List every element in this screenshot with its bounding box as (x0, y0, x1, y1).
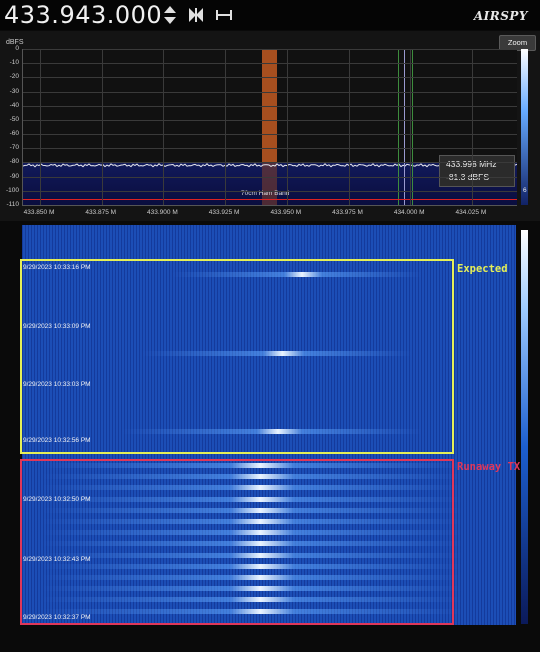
toolbar: 433.943.000 AIRSPY (0, 0, 540, 30)
signal-burst (42, 485, 462, 491)
y-tick-label: -40 (9, 101, 19, 109)
h-gridline (23, 49, 517, 50)
waterfall-panel[interactable]: 9/29/2023 10:33:16 PM 9/29/2023 10:33:09 … (22, 225, 516, 625)
x-tick-label: 433.850 M (23, 209, 55, 216)
timestamp-label: 9/29/2023 10:32:37 PM (23, 614, 91, 621)
cursor-tooltip: 433.998 MHz -81.3 dBFS (439, 155, 515, 187)
timestamp-label: 9/29/2023 10:32:56 PM (23, 437, 91, 444)
v-gridline (471, 49, 473, 205)
x-tick-label: 434.000 M (393, 209, 425, 216)
x-tick-label: 433.950 M (270, 209, 302, 216)
airspy-logo: AIRSPY (473, 9, 528, 23)
band-plan-line (23, 199, 517, 200)
timestamp-label: 9/29/2023 10:33:03 PM (23, 381, 91, 388)
y-tick-label: -30 (9, 87, 19, 95)
scale-value: 6 (523, 187, 527, 194)
signal-burst (42, 597, 462, 603)
h-gridline (23, 205, 517, 206)
signal-burst (42, 552, 462, 558)
timestamp-label: 9/29/2023 10:33:09 PM (23, 323, 91, 330)
marker-line-blue[interactable] (404, 49, 405, 205)
tooltip-frequency: 433.998 MHz (446, 159, 497, 169)
v-gridline (410, 49, 412, 205)
bandwidth-span-icon[interactable] (214, 4, 234, 26)
x-tick-label: 433.925 M (208, 209, 240, 216)
signal-burst (42, 586, 462, 592)
signal-burst (122, 429, 422, 434)
signal-burst (42, 496, 462, 502)
h-gridline (23, 176, 517, 178)
signal-burst (42, 563, 462, 569)
signal-burst (42, 541, 462, 547)
h-gridline (23, 91, 517, 93)
spectrum-panel[interactable]: dBFS Zoom 0 -10 -20 -30 -40 -50 -60 -70 -80 -90 -1… (0, 31, 540, 221)
runaway-label: Runaway TX (457, 461, 521, 473)
h-gridline (23, 190, 517, 192)
expected-label: Expected (457, 263, 508, 275)
signal-burst (42, 575, 462, 580)
h-gridline (23, 105, 517, 107)
spectrum-plot[interactable]: 70cm Ham Band 433.998 MHz -81.3 dBFS (22, 49, 517, 206)
v-gridline (286, 49, 288, 205)
y-tick-label: -10 (9, 59, 19, 67)
tune-up-down-icon[interactable] (160, 4, 180, 26)
x-tick-label: 433.875 M (85, 209, 117, 216)
signal-burst (42, 608, 462, 614)
y-tick-label: -20 (9, 73, 19, 81)
h-gridline (23, 119, 517, 121)
signal-burst (42, 474, 462, 480)
y-tick-label: 0 (15, 45, 19, 52)
waterfall-scale-bar[interactable] (521, 230, 528, 624)
v-gridline (101, 49, 103, 205)
v-gridline (348, 49, 350, 205)
signal-burst (142, 351, 412, 356)
signal-burst (42, 463, 462, 468)
y-tick-label: -70 (9, 144, 19, 152)
y-tick-label: -50 (9, 115, 19, 123)
spectrum-scale-bar[interactable] (521, 49, 528, 205)
signal-burst (42, 519, 462, 524)
y-tick-label: -80 (9, 158, 19, 166)
h-gridline (23, 134, 517, 136)
timestamp-label: 9/29/2023 10:33:16 PM (23, 264, 91, 271)
frequency-display[interactable]: 433.943.000 (4, 1, 162, 29)
h-gridline (23, 162, 517, 164)
x-tick-label: 434.025 M (455, 209, 487, 216)
timestamp-label: 9/29/2023 10:32:50 PM (23, 496, 91, 503)
y-tick-label: -90 (9, 172, 19, 180)
v-gridline (225, 49, 227, 205)
marker-line-green[interactable] (398, 49, 399, 205)
y-tick-label: -60 (9, 130, 19, 138)
marker-line-green-2[interactable] (412, 49, 413, 205)
h-gridline (23, 148, 517, 150)
h-gridline (23, 63, 517, 65)
h-gridline (23, 77, 517, 79)
center-frequency-icon[interactable] (186, 4, 206, 26)
x-tick-label: 433.900 M (147, 209, 178, 216)
v-gridline (40, 49, 41, 205)
signal-burst (42, 530, 462, 536)
y-tick-label: -110 (6, 201, 19, 208)
signal-burst (172, 272, 422, 277)
y-tick-label: -100 (5, 186, 19, 194)
v-gridline (163, 49, 165, 205)
x-tick-label: 433.975 M (332, 209, 363, 216)
signal-burst (42, 507, 462, 513)
timestamp-label: 9/29/2023 10:32:43 PM (23, 556, 91, 563)
